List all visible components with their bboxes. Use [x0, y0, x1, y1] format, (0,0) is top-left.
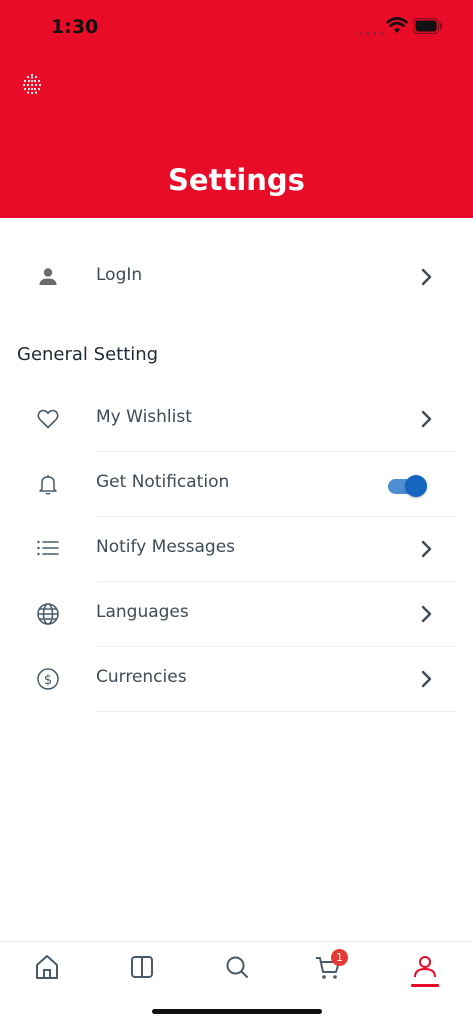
dollar-circle-icon: $	[37, 668, 59, 690]
setting-label: My Wishlist	[96, 407, 192, 427]
cart-badge: 1	[331, 949, 348, 966]
wifi-icon	[386, 17, 408, 33]
list-icon	[37, 540, 59, 556]
book-icon[interactable]	[127, 952, 157, 982]
notification-toggle[interactable]	[386, 471, 430, 499]
header: 1:30 •••• Settings	[0, 0, 473, 218]
status-time: 1:30	[51, 16, 99, 38]
page-title: Settings	[168, 163, 305, 197]
toggle-knob	[405, 475, 427, 497]
setting-row-notification: Get Notification	[0, 452, 473, 517]
bell-icon	[39, 475, 57, 495]
search-icon[interactable]	[222, 952, 252, 982]
setting-row-wishlist[interactable]: My Wishlist	[0, 387, 473, 452]
brand-logo-icon	[22, 73, 42, 95]
chevron-right-icon	[421, 540, 432, 558]
login-row[interactable]: LogIn	[0, 245, 473, 310]
setting-row-notify-messages[interactable]: Notify Messages	[0, 517, 473, 582]
setting-label: Currencies	[96, 667, 187, 687]
status-bar: 1:30 ••••	[0, 0, 473, 54]
login-label: LogIn	[96, 265, 143, 285]
battery-icon	[413, 18, 442, 34]
divider	[97, 711, 456, 712]
user-icon[interactable]	[410, 952, 440, 982]
active-tab-indicator	[411, 984, 439, 987]
chevron-right-icon	[421, 268, 432, 286]
home-indicator	[152, 1009, 322, 1014]
setting-label: Get Notification	[96, 472, 230, 492]
setting-row-languages[interactable]: Languages	[0, 582, 473, 647]
setting-row-currencies[interactable]: $ Currencies	[0, 647, 473, 712]
heart-icon	[37, 409, 59, 429]
setting-label: Languages	[96, 602, 189, 622]
globe-icon	[37, 603, 59, 625]
user-icon	[39, 268, 57, 285]
svg-text:$: $	[44, 673, 52, 688]
chevron-right-icon	[421, 410, 432, 428]
chevron-right-icon	[421, 605, 432, 623]
home-icon[interactable]	[32, 952, 62, 982]
setting-label: Notify Messages	[96, 537, 236, 557]
chevron-right-icon	[421, 670, 432, 688]
signal-icon: ••••	[358, 29, 386, 40]
section-title-general: General Setting	[17, 344, 159, 365]
